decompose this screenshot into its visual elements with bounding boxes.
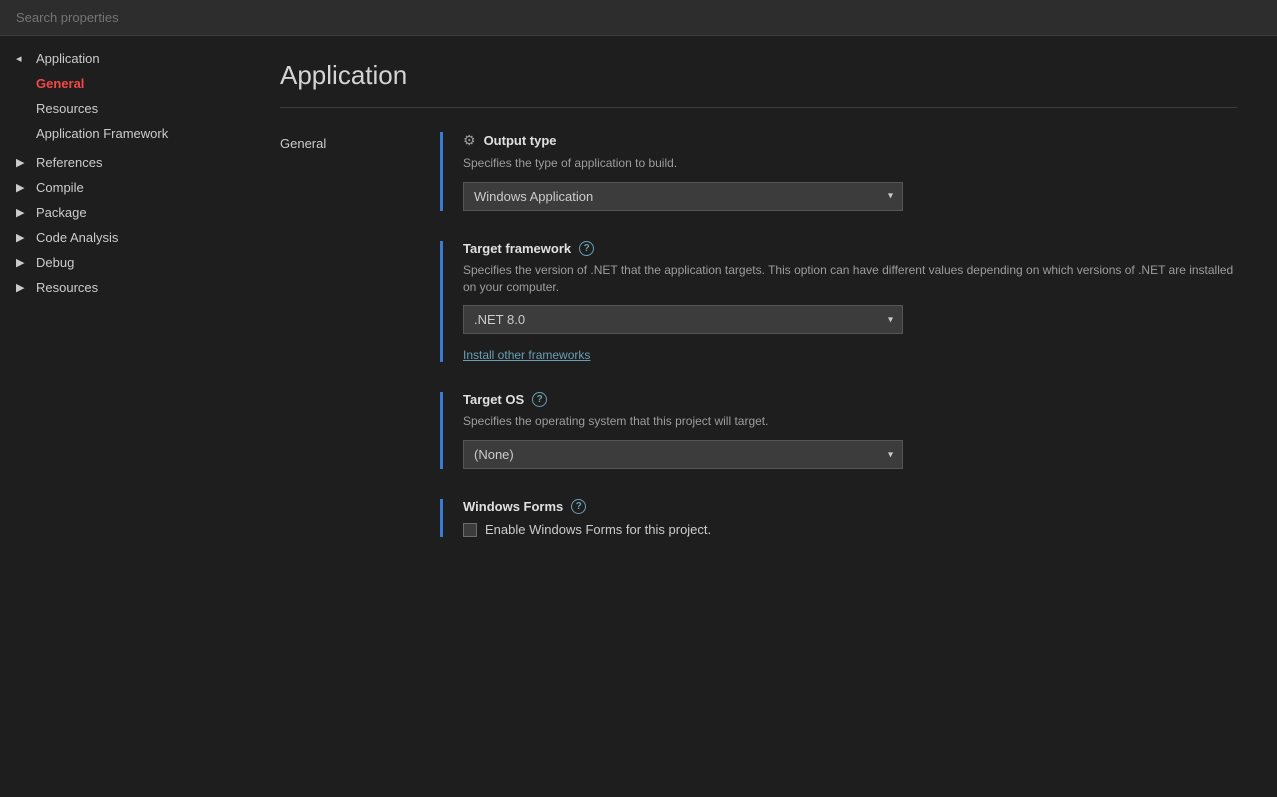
- page-title: Application: [280, 60, 1237, 91]
- windows-forms-group: Windows Forms ? Enable Windows Forms for…: [440, 499, 1237, 537]
- sidebar-item-compile[interactable]: ▶ Compile: [0, 175, 240, 200]
- section-divider: [280, 107, 1237, 108]
- sidebar-item-label: Resources: [36, 280, 98, 295]
- target-framework-dropdown[interactable]: .NET 8.0 .NET 7.0 .NET 6.0: [463, 305, 903, 334]
- target-os-header: Target OS ?: [463, 392, 1237, 407]
- chevron-right-icon: ▶: [16, 231, 32, 244]
- output-type-group: ⚙ Output type Specifies the type of appl…: [440, 132, 1237, 211]
- target-os-group: Target OS ? Specifies the operating syst…: [440, 392, 1237, 469]
- sidebar-item-label: Debug: [36, 255, 74, 270]
- windows-forms-checkbox-row: Enable Windows Forms for this project.: [463, 522, 1237, 537]
- help-icon[interactable]: ?: [571, 499, 586, 514]
- windows-forms-title: Windows Forms: [463, 499, 563, 514]
- target-framework-group: Target framework ? Specifies the version…: [440, 241, 1237, 363]
- search-input[interactable]: [16, 10, 1261, 25]
- sidebar-item-label: Application Framework: [36, 126, 168, 141]
- section-content: ⚙ Output type Specifies the type of appl…: [440, 132, 1237, 567]
- help-icon[interactable]: ?: [532, 392, 547, 407]
- output-type-desc: Specifies the type of application to bui…: [463, 155, 1237, 172]
- output-type-dropdown[interactable]: Windows Application Class Library Consol…: [463, 182, 903, 211]
- output-type-dropdown-wrapper: Windows Application Class Library Consol…: [463, 182, 903, 211]
- sidebar-item-general[interactable]: General: [0, 71, 240, 96]
- chevron-right-icon: ▶: [16, 206, 32, 219]
- target-framework-title: Target framework: [463, 241, 571, 256]
- sidebar-item-resources[interactable]: Resources: [0, 96, 240, 121]
- chevron-right-icon: ▶: [16, 256, 32, 269]
- sidebar-item-debug[interactable]: ▶ Debug: [0, 250, 240, 275]
- content-area: Application General ⚙ Output type Specif…: [240, 36, 1277, 797]
- target-os-desc: Specifies the operating system that this…: [463, 413, 1237, 430]
- sidebar-item-code-analysis[interactable]: ▶ Code Analysis: [0, 225, 240, 250]
- sidebar-item-label: References: [36, 155, 102, 170]
- sidebar-item-label: Application: [36, 51, 100, 66]
- chevron-right-icon: ▶: [16, 181, 32, 194]
- sidebar-item-application[interactable]: ◂ Application: [0, 46, 240, 71]
- target-framework-dropdown-wrapper: .NET 8.0 .NET 7.0 .NET 6.0 ▾: [463, 305, 903, 334]
- sidebar-item-label: Resources: [36, 101, 98, 116]
- search-bar: [0, 0, 1277, 36]
- windows-forms-checkbox[interactable]: [463, 523, 477, 537]
- sidebar-item-application-framework[interactable]: Application Framework: [0, 121, 240, 146]
- target-os-dropdown[interactable]: (None) Windows Linux macOS: [463, 440, 903, 469]
- section-layout: General ⚙ Output type Specifies the type…: [280, 132, 1237, 567]
- sidebar-item-references[interactable]: ▶ References: [0, 150, 240, 175]
- output-type-header: ⚙ Output type: [463, 132, 1237, 149]
- sidebar-item-label: Code Analysis: [36, 230, 118, 245]
- sidebar: ◂ Application General Resources Applicat…: [0, 36, 240, 797]
- help-icon[interactable]: ?: [579, 241, 594, 256]
- chevron-right-icon: ▶: [16, 281, 32, 294]
- sidebar-item-label: Package: [36, 205, 87, 220]
- windows-forms-checkbox-label[interactable]: Enable Windows Forms for this project.: [485, 522, 711, 537]
- sidebar-item-package[interactable]: ▶ Package: [0, 200, 240, 225]
- target-os-dropdown-wrapper: (None) Windows Linux macOS ▾: [463, 440, 903, 469]
- section-label: General: [280, 132, 440, 567]
- sidebar-item-resources2[interactable]: ▶ Resources: [0, 275, 240, 300]
- target-framework-desc: Specifies the version of .NET that the a…: [463, 262, 1237, 296]
- target-framework-header: Target framework ?: [463, 241, 1237, 256]
- target-os-title: Target OS: [463, 392, 524, 407]
- output-type-title: Output type: [484, 133, 557, 148]
- chevron-right-icon: ▶: [16, 156, 32, 169]
- sidebar-item-label: Compile: [36, 180, 84, 195]
- chevron-down-icon: ◂: [16, 52, 32, 65]
- sidebar-item-label: General: [36, 76, 84, 91]
- install-frameworks-link[interactable]: Install other frameworks: [463, 348, 590, 362]
- windows-forms-header: Windows Forms ?: [463, 499, 1237, 514]
- gear-icon: ⚙: [463, 132, 476, 149]
